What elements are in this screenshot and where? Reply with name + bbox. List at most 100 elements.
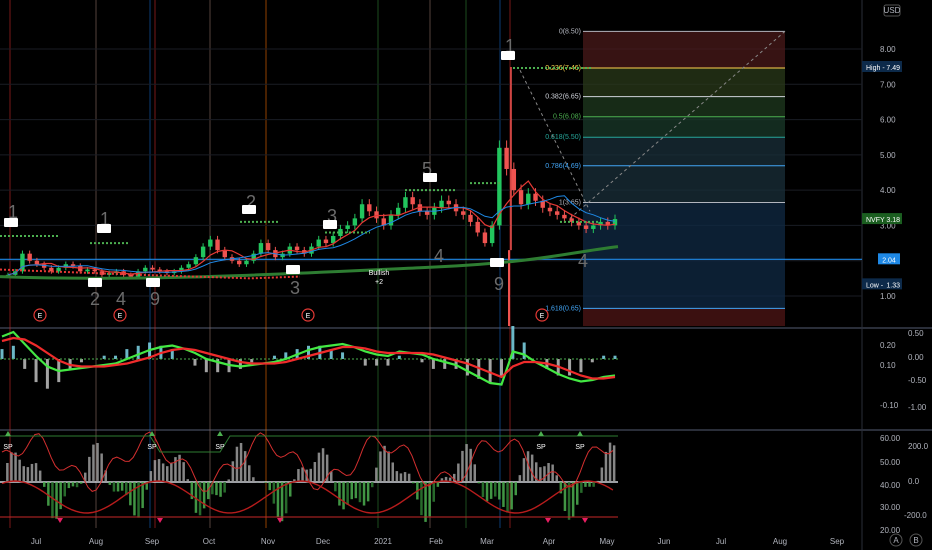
signal-triangle <box>545 518 551 523</box>
bullish-label: Bullish <box>369 270 390 277</box>
high-label-value: 7.49 <box>886 65 900 72</box>
earnings-marker-label: E <box>38 313 43 320</box>
osc-histogram-bar <box>22 466 25 482</box>
osc-histogram-bar <box>149 471 153 482</box>
time-axis-tick: Mar <box>480 537 494 546</box>
time-axis-tick: 2021 <box>374 537 392 546</box>
fib-zone <box>583 308 785 326</box>
time-axis-tick: Apr <box>543 537 556 546</box>
osc-histogram-bar <box>334 482 337 492</box>
macd-histogram-bar <box>386 359 390 366</box>
osc-histogram-bar <box>350 482 353 500</box>
price-axis-tick: 1.00 <box>880 292 896 301</box>
candle-body <box>424 211 430 215</box>
osc-histogram-bar <box>321 448 325 482</box>
osc-histogram-bar <box>428 482 431 517</box>
osc-axis-tick-left: 30.00 <box>880 503 901 512</box>
osc-histogram-bar <box>362 482 366 506</box>
osc-histogram-bar <box>34 463 38 482</box>
candle-body <box>208 239 213 247</box>
chart-stage[interactable]: 0(8.50) 0.236(7.46) 0.382(6.65) 0.5(6.08) 0.… <box>0 0 932 550</box>
macd-histogram-bar <box>443 359 447 369</box>
osc-histogram-bar <box>354 482 358 499</box>
osc-axis-tick-left: 60.00 <box>880 434 901 443</box>
low-label-prefix: Low - <box>866 282 884 289</box>
symbol-label: NVFY <box>866 217 885 224</box>
osc-histogram-bar <box>473 464 476 482</box>
osc-histogram-bar <box>465 444 468 482</box>
candle-body <box>504 147 509 169</box>
osc-histogram-bar <box>289 482 292 497</box>
candle-body <box>482 232 488 244</box>
osc-axis-tick-left: 20.00 <box>880 526 901 535</box>
osc-histogram-bar <box>227 479 230 482</box>
macd-axis-tick: 0.50 <box>908 329 924 338</box>
macd-histogram-bar <box>341 352 345 359</box>
time-axis-tick: Oct <box>203 537 216 546</box>
osc-histogram-bar <box>461 450 464 482</box>
candle-body <box>143 267 148 272</box>
signal-label: SP <box>147 444 157 451</box>
macd-histogram-bar <box>499 359 503 376</box>
candle-body <box>150 267 155 270</box>
osc-histogram-bar <box>518 475 522 482</box>
osc-histogram-bar <box>43 482 46 487</box>
osc-histogram-bar <box>96 443 99 482</box>
candle-body <box>215 239 220 251</box>
signal-triangle <box>582 518 588 523</box>
osc-histogram-bar <box>223 482 226 493</box>
macd-axis-tick: -0.50 <box>908 376 927 385</box>
osc-histogram-bar <box>71 482 75 487</box>
osc-histogram-bar <box>297 469 300 482</box>
osc-histogram-bar <box>424 482 427 522</box>
candle-body <box>244 260 249 265</box>
candle-body <box>34 260 40 265</box>
osc-histogram-bar <box>252 477 255 482</box>
osc-histogram-bar <box>436 482 440 487</box>
osc-histogram-bar <box>161 463 165 482</box>
osc-histogram-bar <box>215 482 218 496</box>
candle-body <box>265 243 271 251</box>
macd-histogram-bar <box>0 349 4 359</box>
macd-axis-tick: 0.00 <box>908 353 924 362</box>
osc-histogram-bar <box>477 482 481 484</box>
osc-histogram-bar <box>301 467 304 482</box>
candle-body <box>92 269 97 272</box>
macd-histogram-bar <box>579 359 583 373</box>
price-axis-tick: 6.00 <box>880 116 896 125</box>
osc-histogram-bar <box>284 482 288 514</box>
wave-label: 4 <box>116 289 126 309</box>
signal-label: SP <box>575 444 585 451</box>
osc-histogram-bar <box>178 454 181 482</box>
candle-body <box>475 221 480 233</box>
candle-body <box>518 190 524 205</box>
osc-histogram-bar <box>6 462 9 482</box>
candle-body <box>388 214 394 226</box>
time-axis-tick: Jul <box>716 537 726 546</box>
candle-body <box>583 225 589 229</box>
osc-histogram-bar <box>506 482 509 513</box>
signal-label: SP <box>536 444 546 451</box>
signal-triangle <box>538 431 544 436</box>
chart-canvas[interactable]: 0(8.50)0.236(7.46)0.382(6.65)0.5(6.08)0.… <box>0 0 932 550</box>
price-axis-tick: 5.00 <box>880 151 896 160</box>
price-tag-text: 7.42 <box>501 53 515 60</box>
macd-histogram-bar <box>363 359 367 366</box>
price-tag-text: 1.30 <box>286 267 300 274</box>
candle-body <box>323 239 329 244</box>
osc-histogram-bar <box>371 482 374 488</box>
wave-label: 9 <box>494 274 504 294</box>
time-axis-tick: Dec <box>316 537 330 546</box>
candle-body <box>237 260 242 265</box>
osc-histogram-bar <box>276 482 280 517</box>
log-scale-label: B <box>913 536 918 545</box>
osc-histogram-bar <box>153 460 157 482</box>
osc-histogram-bar <box>383 445 386 482</box>
osc-histogram-bar <box>219 482 222 497</box>
candle-body <box>85 269 90 272</box>
osc-histogram-bar <box>235 446 239 482</box>
macd-axis-tick: -0.10 <box>880 401 899 410</box>
fib-zone <box>583 31 785 69</box>
macd-axis-tick: 0.10 <box>880 361 896 370</box>
candle-body <box>562 214 567 219</box>
